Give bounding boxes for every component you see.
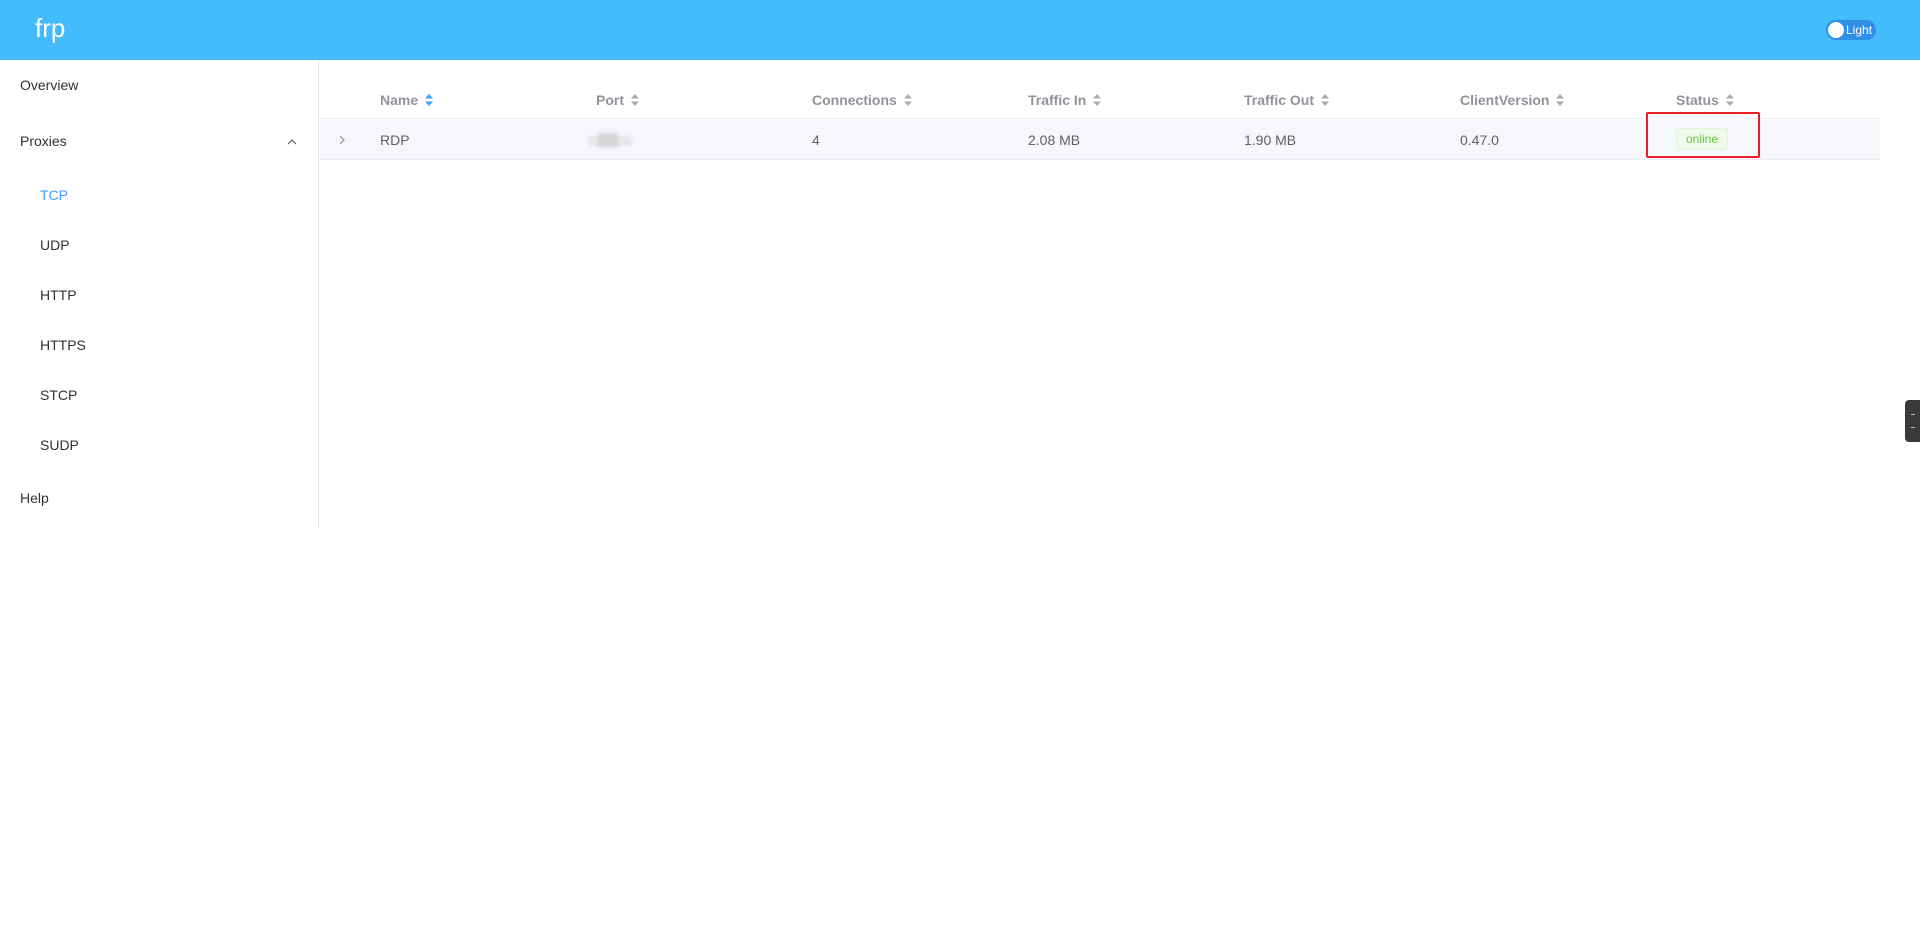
sidebar-item-label: STCP — [40, 387, 78, 403]
sidebar-menu: Overview Proxies TCP UDP HTTP HTTPS STCP… — [0, 60, 319, 529]
column-header-label: Traffic Out — [1244, 92, 1315, 108]
sidebar-item-label: HTTPS — [40, 337, 86, 353]
handle-grip-line — [1911, 414, 1915, 415]
sort-caret-icon[interactable] — [1555, 93, 1565, 107]
cell-name: RDP — [380, 132, 410, 148]
sidebar-item-https[interactable]: HTTPS — [0, 320, 318, 370]
column-header-label: Port — [596, 92, 624, 108]
chevron-right-icon[interactable] — [338, 130, 346, 153]
column-header-status[interactable]: Status — [1676, 90, 1735, 110]
sort-caret-icon[interactable] — [424, 93, 434, 107]
column-header-client-version[interactable]: ClientVersion — [1460, 90, 1565, 110]
column-header-label: Connections — [812, 92, 897, 108]
sidebar-item-help[interactable]: Help — [0, 473, 318, 523]
column-header-label: Name — [380, 92, 419, 108]
sort-caret-icon[interactable] — [1320, 93, 1330, 107]
side-drag-handle[interactable] — [1905, 400, 1920, 442]
cell-client-version: 0.47.0 — [1460, 132, 1499, 148]
theme-toggle-label: Light — [1846, 23, 1873, 37]
theme-toggle[interactable]: Light — [1826, 20, 1876, 40]
cell-port-redacted-inner — [598, 133, 618, 147]
sort-caret-icon[interactable] — [1725, 93, 1735, 107]
brand-logo[interactable]: frp — [35, 12, 65, 44]
toggle-knob — [1828, 22, 1844, 38]
sidebar-item-sudp[interactable]: SUDP — [0, 420, 318, 470]
column-header-name[interactable]: Name — [380, 90, 434, 110]
handle-grip-line — [1911, 427, 1915, 428]
sidebar-item-proxies[interactable]: Proxies — [0, 116, 318, 166]
sidebar-item-overview[interactable]: Overview — [0, 60, 318, 110]
top-header: frp Light — [0, 0, 1920, 60]
sidebar-item-tcp[interactable]: TCP — [0, 170, 318, 220]
sidebar-item-http[interactable]: HTTP — [0, 270, 318, 320]
table-header: Name Port Connections Traffic In Traffic… — [320, 76, 1880, 119]
app-root: frp Light Overview Proxies TCP UDP HTTP … — [0, 0, 1920, 937]
sidebar-item-label: TCP — [40, 187, 68, 203]
sidebar-item-label: UDP — [40, 237, 70, 253]
sidebar-item-label: Proxies — [20, 133, 67, 149]
column-header-label: ClientVersion — [1460, 92, 1550, 108]
column-header-connections[interactable]: Connections — [812, 90, 913, 110]
column-header-label: Traffic In — [1028, 92, 1087, 108]
sort-caret-icon[interactable] — [1092, 93, 1102, 107]
sort-caret-icon[interactable] — [903, 93, 913, 107]
cell-traffic-in: 2.08 MB — [1028, 132, 1081, 148]
cell-traffic-out: 1.90 MB — [1244, 132, 1297, 148]
status-badge: online — [1676, 128, 1729, 150]
sidebar-item-stcp[interactable]: STCP — [0, 370, 318, 420]
column-header-port[interactable]: Port — [596, 90, 640, 110]
column-header-traffic-in[interactable]: Traffic In — [1028, 90, 1102, 110]
sidebar-item-label: SUDP — [40, 437, 79, 453]
sidebar-item-label: HTTP — [40, 287, 77, 303]
cell-connections: 4 — [812, 132, 820, 148]
column-header-label: Status — [1676, 92, 1719, 108]
column-header-traffic-out[interactable]: Traffic Out — [1244, 90, 1330, 110]
sort-caret-icon[interactable] — [630, 93, 640, 107]
sidebar-item-label: Overview — [20, 77, 79, 93]
table-row[interactable]: RDP 4 2.08 MB 1.90 MB 0.47.0 online — [320, 120, 1880, 160]
sidebar-item-udp[interactable]: UDP — [0, 220, 318, 270]
sidebar-item-label: Help — [20, 490, 49, 506]
